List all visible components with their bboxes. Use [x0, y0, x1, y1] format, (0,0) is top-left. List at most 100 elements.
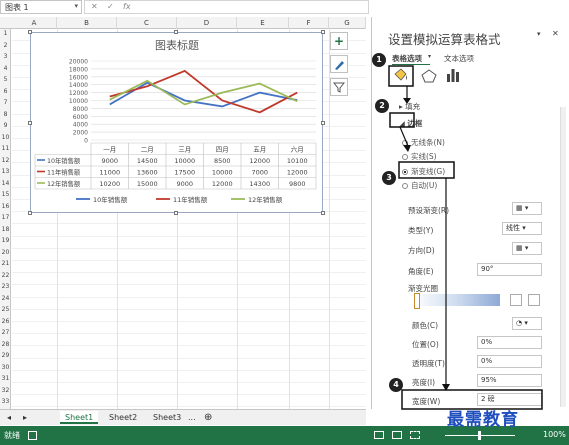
- page-layout-icon[interactable]: [392, 431, 402, 439]
- resize-handle[interactable]: [321, 211, 325, 215]
- formula-bar[interactable]: ✕ ✓ fx: [84, 0, 369, 14]
- row-header[interactable]: 4: [0, 64, 11, 74]
- resize-handle[interactable]: [28, 211, 32, 215]
- confirm-icon[interactable]: ✓: [107, 2, 114, 11]
- tab-text-options[interactable]: 文本选项: [444, 53, 474, 64]
- chart-styles-button[interactable]: [330, 55, 348, 73]
- fill-line-icon[interactable]: [392, 68, 410, 84]
- position-input[interactable]: 0%: [477, 336, 542, 349]
- col-header[interactable]: G: [329, 17, 366, 29]
- chevron-down-icon[interactable]: ▾: [428, 53, 431, 60]
- row-header[interactable]: 13: [0, 167, 11, 177]
- normal-view-icon[interactable]: [374, 431, 384, 439]
- row-header[interactable]: 23: [0, 282, 11, 292]
- resize-handle[interactable]: [28, 30, 32, 34]
- pentagon-effects-icon[interactable]: [421, 69, 437, 83]
- row-header[interactable]: 3: [0, 52, 11, 62]
- row-header[interactable]: 9: [0, 121, 11, 131]
- row-header[interactable]: 1: [0, 29, 11, 39]
- row-header[interactable]: 2: [0, 41, 11, 51]
- row-header[interactable]: 6: [0, 87, 11, 97]
- row-header[interactable]: 19: [0, 236, 11, 246]
- legend-label[interactable]: 10年销售额: [93, 195, 128, 204]
- cancel-icon[interactable]: ✕: [91, 2, 98, 11]
- col-header[interactable]: B: [57, 17, 117, 29]
- option-auto[interactable]: 自动(U): [402, 180, 437, 191]
- row-header[interactable]: 10: [0, 133, 11, 143]
- row-header[interactable]: 7: [0, 98, 11, 108]
- row-header[interactable]: 8: [0, 110, 11, 120]
- row-header[interactable]: 5: [0, 75, 11, 85]
- chart-elements-button[interactable]: +: [330, 32, 348, 50]
- close-icon[interactable]: ✕: [552, 29, 559, 38]
- brightness-input[interactable]: 95%: [477, 374, 542, 387]
- row-header[interactable]: 14: [0, 179, 11, 189]
- zoom-level[interactable]: 100%: [543, 430, 566, 439]
- row-header[interactable]: 30: [0, 363, 11, 373]
- col-header[interactable]: E: [237, 17, 289, 29]
- chart-title[interactable]: 图表标题: [155, 38, 199, 52]
- line-chart[interactable]: 图表标题 20000180001600014000120001000080006…: [31, 33, 324, 214]
- tab-prev-icon[interactable]: ◂: [2, 411, 16, 424]
- row-header[interactable]: 29: [0, 351, 11, 361]
- gradient-stops-bar[interactable]: [412, 294, 500, 306]
- row-header[interactable]: 26: [0, 317, 11, 327]
- option-gradient-line[interactable]: 渐变线(G): [402, 166, 445, 177]
- section-fill[interactable]: ▸ 填充: [399, 101, 420, 112]
- direction-picker[interactable]: ▦ ▾: [512, 242, 542, 255]
- resize-handle[interactable]: [174, 30, 178, 34]
- color-picker[interactable]: ◔ ▾: [512, 317, 542, 330]
- macro-icon[interactable]: [28, 431, 37, 440]
- row-header[interactable]: 25: [0, 305, 11, 315]
- row-header[interactable]: 18: [0, 225, 11, 235]
- resize-handle[interactable]: [174, 211, 178, 215]
- row-header[interactable]: 31: [0, 374, 11, 384]
- legend-label[interactable]: 11年销售额: [173, 195, 208, 204]
- transparency-input[interactable]: 0%: [477, 355, 542, 368]
- col-header[interactable]: C: [117, 17, 177, 29]
- option-no-line[interactable]: 无线条(N): [402, 137, 445, 148]
- row-header[interactable]: 27: [0, 328, 11, 338]
- zoom-slider-thumb[interactable]: [478, 431, 481, 440]
- remove-stop-icon[interactable]: [528, 294, 540, 306]
- chart-object[interactable]: 图表标题 20000 18000 16000 14000 12000 10000 8000 6…: [28, 30, 325, 215]
- row-header[interactable]: 33: [0, 397, 11, 407]
- row-header[interactable]: 28: [0, 340, 11, 350]
- tab-next-icon[interactable]: ▸: [18, 411, 32, 424]
- col-header[interactable]: F: [289, 17, 329, 29]
- bar-chart-icon[interactable]: [446, 68, 460, 83]
- resize-handle[interactable]: [321, 30, 325, 34]
- row-header[interactable]: 16: [0, 202, 11, 212]
- row-header[interactable]: 11: [0, 144, 11, 154]
- name-box[interactable]: 图表 1 ▾: [0, 0, 82, 14]
- add-stop-icon[interactable]: [510, 294, 522, 306]
- tab-sheet2[interactable]: Sheet2: [104, 411, 142, 424]
- chevron-down-icon[interactable]: ▾: [74, 2, 78, 11]
- tab-sheet1[interactable]: Sheet1: [60, 411, 99, 424]
- row-header[interactable]: 22: [0, 271, 11, 281]
- fx-icon[interactable]: fx: [123, 2, 131, 11]
- gradient-stop[interactable]: [414, 293, 420, 309]
- chart-filters-button[interactable]: [330, 78, 348, 96]
- row-header[interactable]: 17: [0, 213, 11, 223]
- row-header[interactable]: 21: [0, 259, 11, 269]
- row-header[interactable]: 20: [0, 248, 11, 258]
- row-header[interactable]: 12: [0, 156, 11, 166]
- pane-menu-icon[interactable]: ▾: [537, 30, 541, 38]
- option-solid-line[interactable]: 实线(S): [402, 151, 437, 162]
- row-header[interactable]: 15: [0, 190, 11, 200]
- col-header[interactable]: D: [177, 17, 237, 29]
- tab-more[interactable]: ...: [183, 411, 201, 424]
- page-break-icon[interactable]: [410, 431, 420, 439]
- resize-handle[interactable]: [28, 121, 32, 125]
- section-border[interactable]: ◢ 边框: [399, 118, 422, 129]
- legend-label[interactable]: 12年销售额: [248, 195, 283, 204]
- add-sheet-icon[interactable]: ⊕: [199, 411, 217, 424]
- row-header[interactable]: 32: [0, 386, 11, 396]
- tab-table-options[interactable]: 表格选项: [392, 53, 422, 64]
- angle-input[interactable]: 90°: [477, 263, 542, 276]
- pane-scrollbar[interactable]: [560, 107, 566, 407]
- resize-handle[interactable]: [321, 121, 325, 125]
- row-header[interactable]: 24: [0, 294, 11, 304]
- col-header[interactable]: A: [12, 17, 57, 29]
